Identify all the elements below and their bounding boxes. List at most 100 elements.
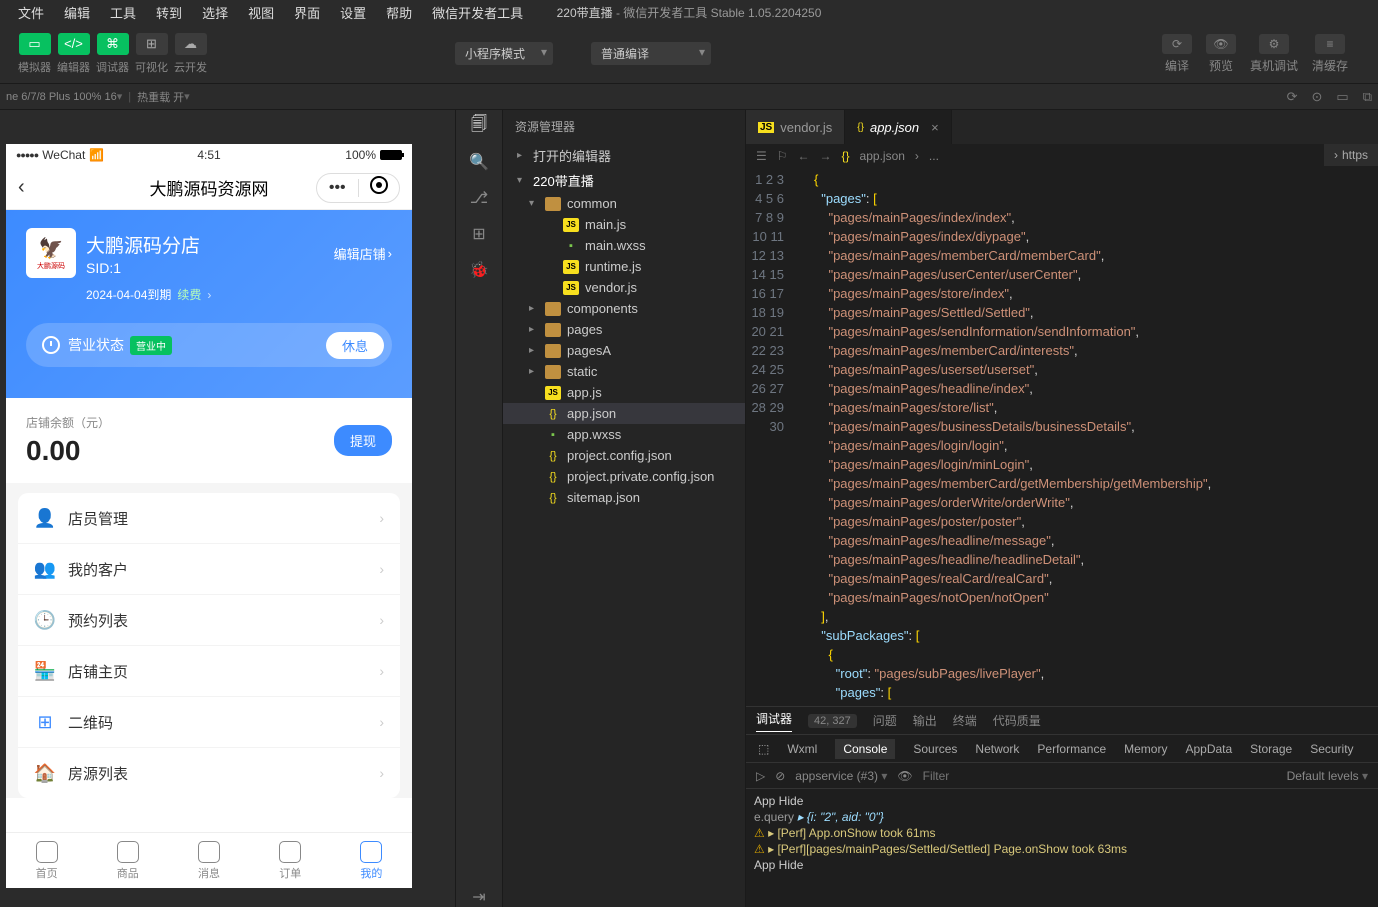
menu-select[interactable]: 选择 (192, 3, 238, 22)
visual-toggle[interactable]: ⊞可视化 (135, 33, 168, 75)
phone-back-button[interactable]: ‹ (18, 176, 25, 199)
dt-appdata[interactable]: AppData (1185, 742, 1232, 756)
console-clear-icon[interactable]: ⊘ (775, 769, 785, 783)
bp-error-count[interactable]: 42, 327 (808, 714, 857, 728)
dt-console[interactable]: Console (835, 739, 895, 759)
compile-mode-dropdown[interactable]: 普通编译 (591, 42, 711, 65)
menu-view[interactable]: 视图 (238, 3, 284, 22)
folder-pagesA[interactable]: ▸pagesA (503, 340, 745, 361)
menu-interface[interactable]: 界面 (284, 3, 330, 22)
dt-memory[interactable]: Memory (1124, 742, 1167, 756)
editor-toggle[interactable]: </>编辑器 (57, 33, 90, 75)
folder-static[interactable]: ▸static (503, 361, 745, 382)
filter-input[interactable] (923, 769, 1277, 783)
exit-icon[interactable]: ⇥ (469, 887, 489, 907)
file-app-json[interactable]: {}app.json (503, 403, 745, 424)
withdraw-button[interactable]: 提现 (334, 425, 392, 456)
copy-icon[interactable]: ⧉ (1363, 89, 1372, 105)
dt-wxml[interactable]: Wxml (787, 742, 817, 756)
bp-quality[interactable]: 代码质量 (993, 712, 1041, 729)
file-main-wxss[interactable]: ▪main.wxss (503, 235, 745, 256)
bread-fwd-icon[interactable]: → (820, 149, 832, 163)
breadcrumb-more[interactable]: ... (929, 149, 939, 163)
file-project-private-config[interactable]: {}project.private.config.json (503, 466, 745, 487)
tab-messages[interactable]: 消息 (168, 833, 249, 888)
screenshot-icon[interactable]: ▭ (1336, 89, 1348, 105)
open-editors[interactable]: ▸打开的编辑器 (503, 143, 745, 168)
record-icon[interactable]: ⊙ (1312, 89, 1323, 105)
dt-sources[interactable]: Sources (913, 742, 957, 756)
simulator-toggle[interactable]: ▭模拟器 (18, 33, 51, 75)
renew-link[interactable]: 续费 (177, 286, 201, 303)
menu-appointments[interactable]: 🕒预约列表› (18, 595, 400, 646)
bp-debugger[interactable]: 调试器 (756, 710, 792, 732)
tab-orders[interactable]: 订单 (250, 833, 331, 888)
breadcrumb-file[interactable]: app.json (860, 149, 905, 163)
rest-button[interactable]: 休息 (326, 332, 384, 359)
inspect-icon[interactable]: ⬚ (758, 742, 769, 756)
tab-vendor-js[interactable]: JSvendor.js (746, 110, 845, 144)
mode-dropdown[interactable]: 小程序模式 (455, 42, 553, 65)
file-app-wxss[interactable]: ▪app.wxss (503, 424, 745, 445)
hot-reload[interactable]: 热重载 开 (137, 89, 184, 105)
menu-customers[interactable]: 👥我的客户› (18, 544, 400, 595)
menu-store-home[interactable]: 🏪店铺主页› (18, 646, 400, 697)
refresh-icon[interactable]: ⟳ (1287, 89, 1298, 105)
menu-help[interactable]: 帮助 (376, 3, 422, 22)
dt-network[interactable]: Network (975, 742, 1019, 756)
menu-goto[interactable]: 转到 (146, 3, 192, 22)
menu-tools[interactable]: 工具 (100, 3, 146, 22)
clear-cache-button[interactable]: ≡清缓存 (1312, 34, 1348, 74)
file-vendor-js[interactable]: JSvendor.js (503, 277, 745, 298)
folder-pages[interactable]: ▸pages (503, 319, 745, 340)
branch-icon[interactable]: ⎇ (469, 188, 489, 208)
dt-storage[interactable]: Storage (1250, 742, 1292, 756)
bp-output[interactable]: 输出 (913, 712, 937, 729)
levels-dropdown[interactable]: Default levels (1287, 769, 1368, 783)
menu-edit[interactable]: 编辑 (54, 3, 100, 22)
bp-terminal[interactable]: 终端 (953, 712, 977, 729)
file-sitemap[interactable]: {}sitemap.json (503, 487, 745, 508)
tab-app-json[interactable]: {}app.json× (845, 110, 951, 144)
project-root[interactable]: ▾220带直播 (503, 168, 745, 193)
search-icon[interactable]: 🔍 (469, 152, 489, 172)
device-info[interactable]: ne 6/7/8 Plus 100% 16 (6, 91, 117, 103)
dt-performance[interactable]: Performance (1037, 742, 1106, 756)
bp-problems[interactable]: 问题 (873, 712, 897, 729)
https-indicator[interactable]: › https (1324, 144, 1378, 166)
folder-components[interactable]: ▸components (503, 298, 745, 319)
ext-icon[interactable]: ⊞ (469, 224, 489, 244)
real-debug-button[interactable]: ⚙真机调试 (1250, 34, 1298, 74)
eye-icon[interactable]: 👁 (897, 769, 912, 783)
bug-icon[interactable]: 🐞 (469, 260, 489, 280)
file-project-config[interactable]: {}project.config.json (503, 445, 745, 466)
edit-store-link[interactable]: 编辑店铺 › (334, 244, 392, 263)
tab-mine[interactable]: 我的 (331, 833, 412, 888)
bread-bookmark-icon[interactable]: ⚐ (777, 149, 788, 163)
menu-qrcode[interactable]: ⊞二维码› (18, 697, 400, 748)
tab-home[interactable]: 首页 (6, 833, 87, 888)
file-app-js[interactable]: JSapp.js (503, 382, 745, 403)
bread-back-icon[interactable]: ← (798, 149, 810, 163)
menu-file[interactable]: 文件 (8, 3, 54, 22)
context-dropdown[interactable]: appservice (#3) (795, 769, 887, 783)
file-main-js[interactable]: JSmain.js (503, 214, 745, 235)
console-play-icon[interactable]: ▷ (756, 769, 765, 783)
code-editor[interactable]: 1 2 3 4 5 6 7 8 9 10 11 12 13 14 15 16 1… (746, 168, 1378, 706)
file-runtime-js[interactable]: JSruntime.js (503, 256, 745, 277)
menu-settings[interactable]: 设置 (330, 3, 376, 22)
compile-button[interactable]: ⟳编译 (1162, 34, 1192, 74)
cloud-toggle[interactable]: ☁云开发 (174, 33, 207, 75)
menu-listings[interactable]: 🏠房源列表› (18, 748, 400, 798)
files-icon[interactable]: 🗐 (469, 116, 489, 136)
close-tab-icon[interactable]: × (931, 120, 939, 135)
menu-devtools[interactable]: 微信开发者工具 (422, 3, 533, 22)
bread-menu-icon[interactable]: ☰ (756, 149, 767, 163)
folder-common[interactable]: ▾common (503, 193, 745, 214)
capsule-button[interactable]: ••• (316, 173, 400, 203)
dt-security[interactable]: Security (1310, 742, 1353, 756)
tab-goods[interactable]: 商品 (87, 833, 168, 888)
menu-staff[interactable]: 👤店员管理› (18, 493, 400, 544)
preview-button[interactable]: 👁预览 (1206, 34, 1236, 74)
debugger-toggle[interactable]: ⌘调试器 (96, 33, 129, 75)
